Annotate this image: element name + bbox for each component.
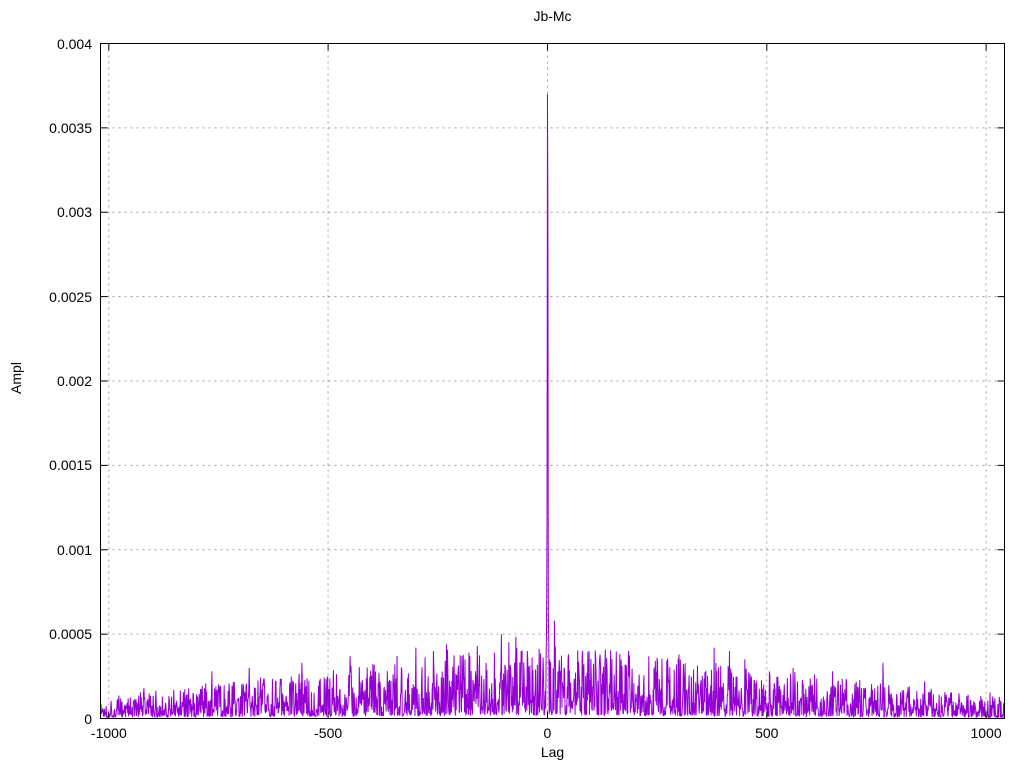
x-tick-label: 500 <box>755 725 779 741</box>
x-tick-label: 1000 <box>970 725 1002 741</box>
y-tick-label: 0.004 <box>56 35 92 52</box>
y-tick-label: 0.002 <box>56 373 92 389</box>
y-tick-label: 0.003 <box>56 204 92 221</box>
chart-window: Jb-Mc Ampl Lag 0 0.0005 0.001 0.0015 0.002 0.… <box>0 0 1024 768</box>
y-tick-label: 0.0025 <box>49 288 92 305</box>
x-axis-label: Lag <box>540 744 565 760</box>
grid-lines <box>100 43 1005 719</box>
y-tick-label: 0.001 <box>56 541 92 558</box>
x-tick-label: 0 <box>543 725 552 741</box>
x-tick-label: -500 <box>314 725 343 741</box>
y-tick-label: 0.0015 <box>49 457 92 474</box>
y-tick-label: 0.0035 <box>49 119 92 136</box>
plot-area <box>100 43 1005 720</box>
series-line <box>100 94 1005 720</box>
y-tick-label: 0.0005 <box>49 626 92 643</box>
x-tick-label: -1000 <box>90 725 127 741</box>
chart-title: Jb-Mc <box>533 8 572 24</box>
